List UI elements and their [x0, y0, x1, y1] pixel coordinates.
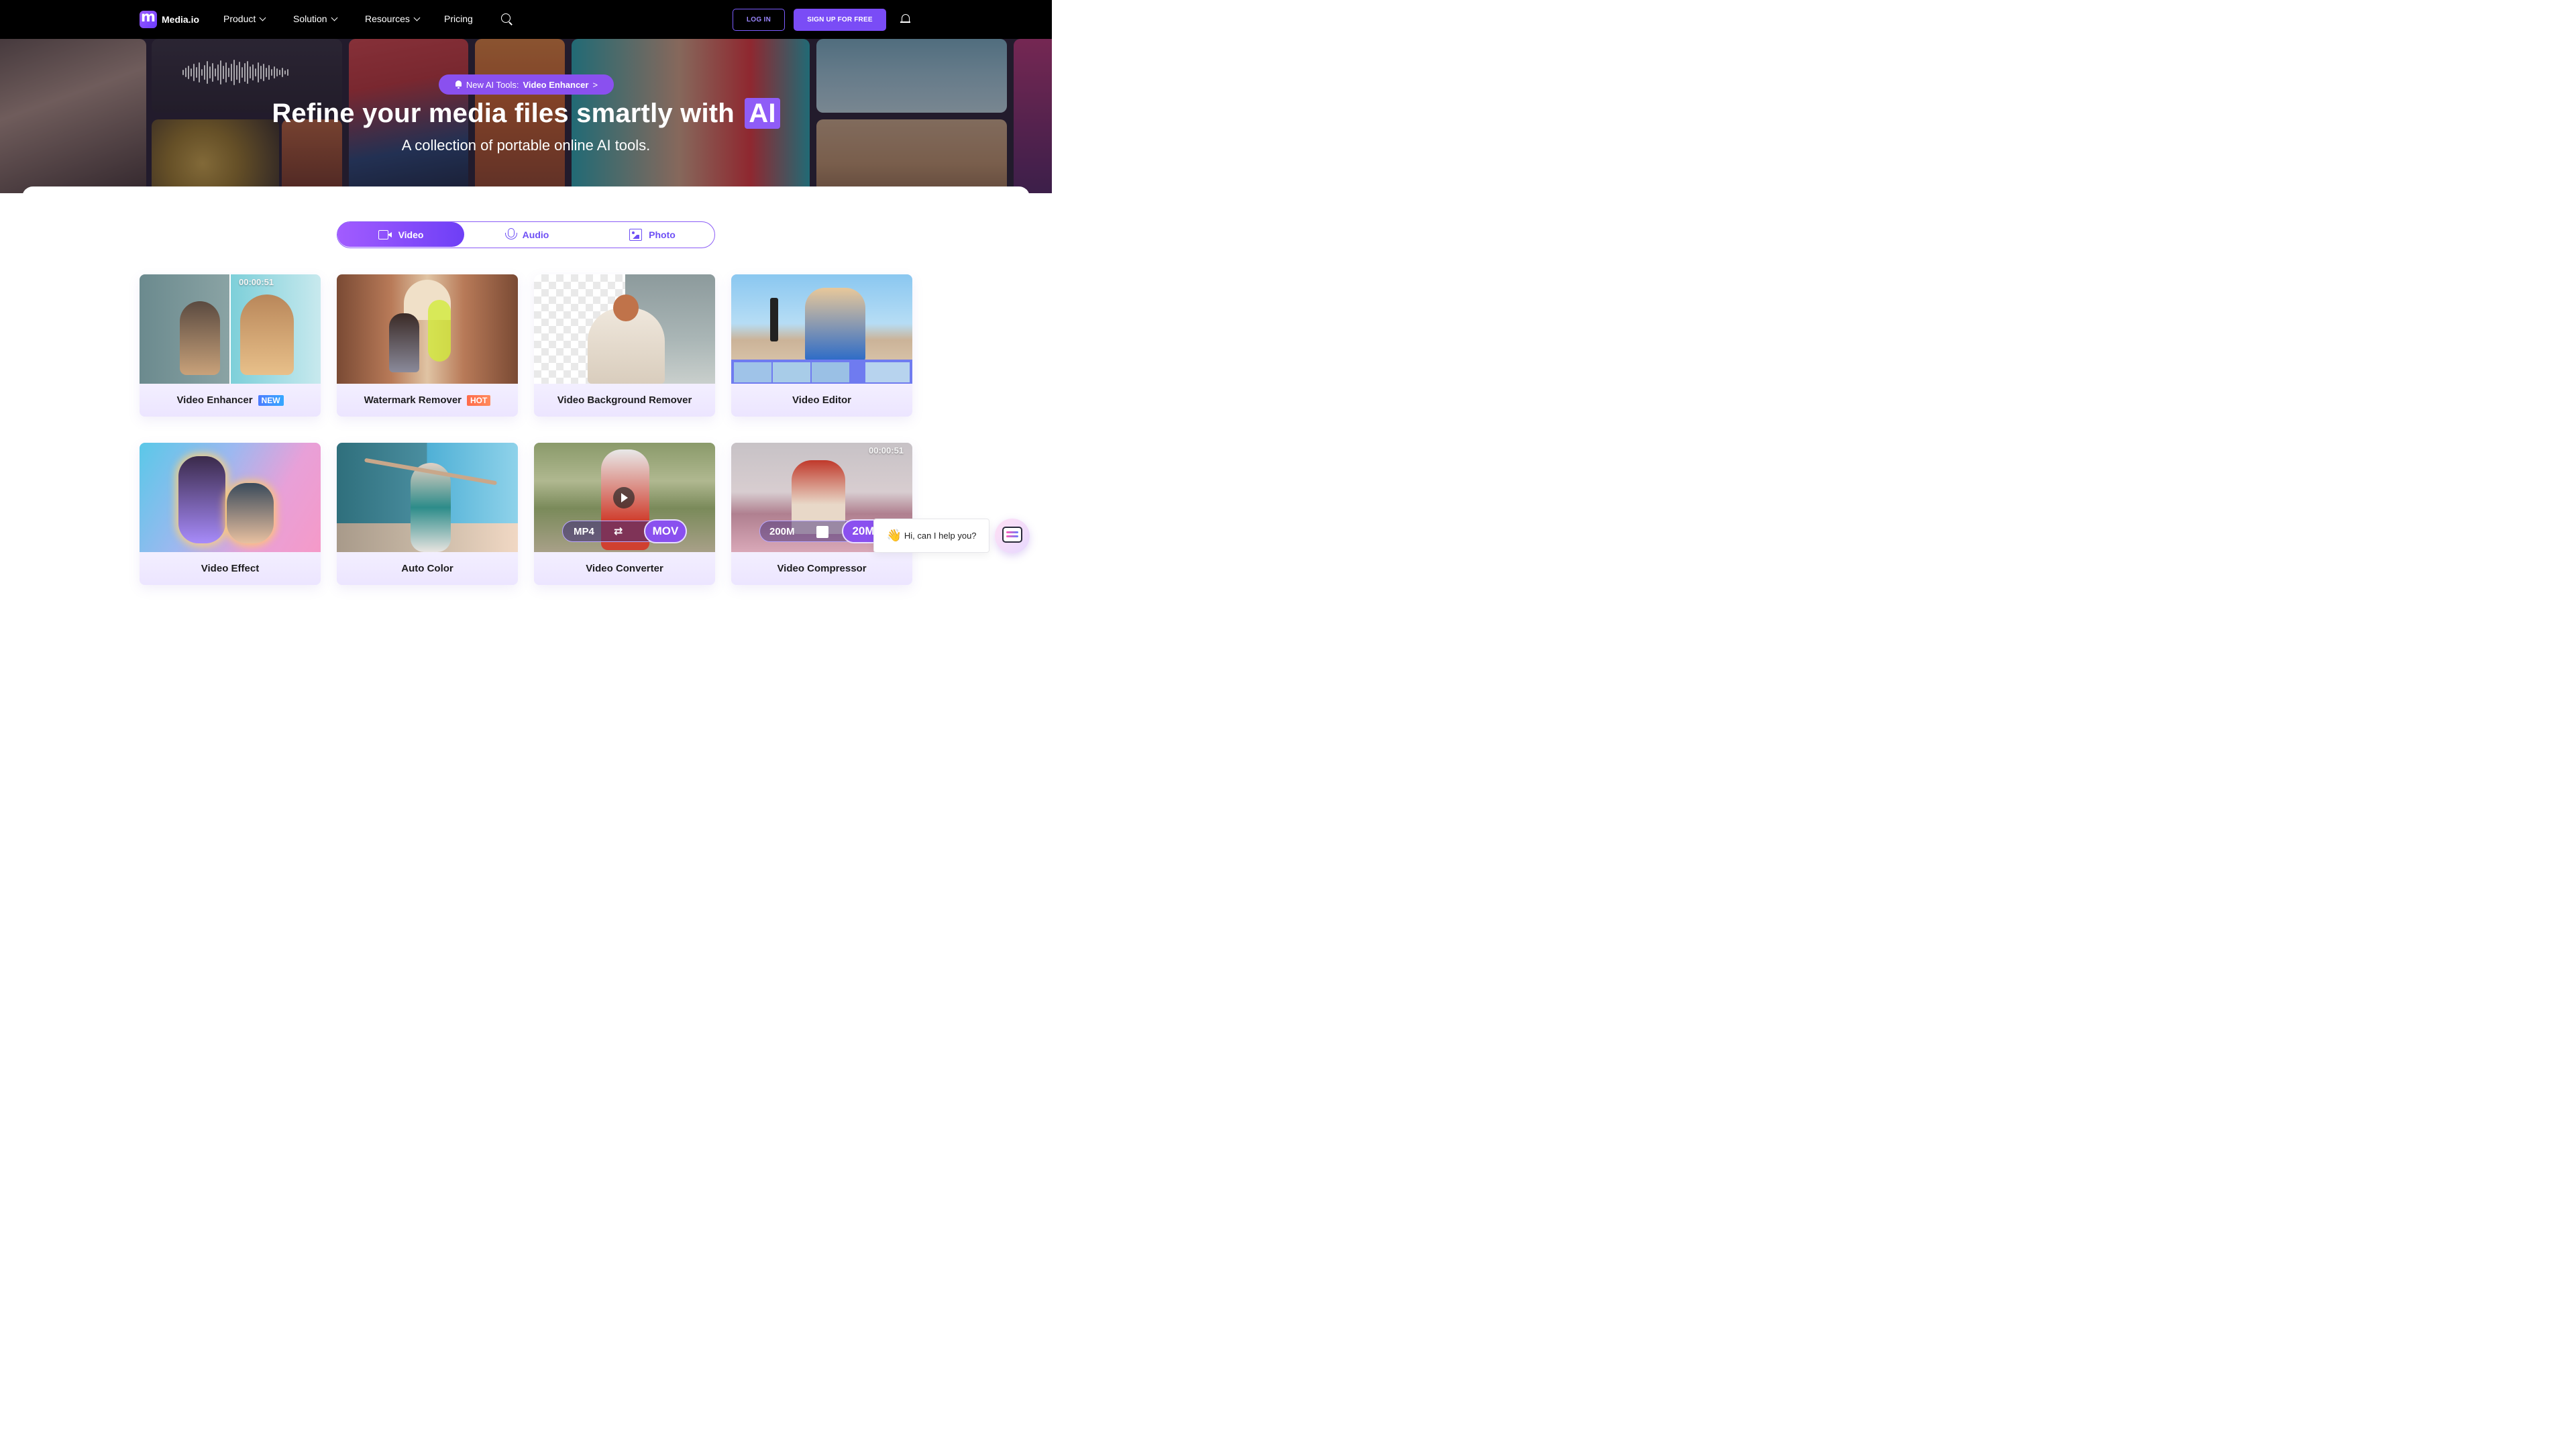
- hero-title: Refine your media files smartly with AI: [0, 98, 1052, 129]
- tool-card-video-editor[interactable]: Video Editor: [731, 274, 912, 417]
- chevron-down-icon: [259, 14, 266, 21]
- brand-logo[interactable]: Media.io: [140, 9, 200, 28]
- tool-card-video-converter[interactable]: MP4 ⇄ MOV Video Converter: [534, 443, 715, 585]
- swap-arrows-icon: ⇄: [614, 525, 623, 537]
- tool-card-video-background-remover[interactable]: Video Background Remover: [534, 274, 715, 417]
- hero-title-highlight: AI: [745, 98, 780, 129]
- tool-card-label: Video Enhancer NEW: [140, 384, 321, 417]
- tool-title: Video Editor: [792, 394, 852, 406]
- tool-title: Video Compressor: [777, 563, 867, 574]
- tab-label: Photo: [649, 229, 676, 240]
- nav-item-resources[interactable]: Resources: [365, 13, 421, 24]
- tab-photo[interactable]: Photo: [590, 222, 715, 247]
- tool-thumbnail: [337, 443, 518, 552]
- tool-thumbnail: [534, 274, 715, 384]
- chevron-down-icon: [331, 14, 338, 21]
- tool-title: Watermark Remover: [364, 394, 462, 406]
- media-io-logo-icon: [140, 9, 157, 28]
- login-button[interactable]: LOG IN: [733, 9, 785, 31]
- microphone-icon: [504, 227, 517, 241]
- nav-item-product[interactable]: Product: [223, 13, 266, 24]
- size-from: 200M: [769, 525, 795, 537]
- new-badge: NEW: [258, 394, 284, 406]
- chat-launcher-button[interactable]: [995, 519, 1030, 553]
- nav-item-label: Product: [223, 13, 256, 24]
- tool-thumbnail: MP4 ⇄ MOV: [534, 443, 715, 552]
- chat-icon: [1002, 527, 1022, 543]
- tab-video[interactable]: Video: [337, 222, 464, 247]
- audio-waveform-icon: [182, 59, 295, 86]
- chevron-down-icon: [413, 14, 421, 21]
- tool-title: Video Effect: [201, 563, 260, 574]
- nav-item-solution[interactable]: Solution: [293, 13, 338, 24]
- tool-card-label: Video Compressor: [731, 552, 912, 585]
- tool-card-label: Video Background Remover: [534, 384, 715, 417]
- tool-title: Video Converter: [586, 563, 663, 574]
- top-nav: Media.io Product Solution Resources Pric…: [0, 0, 1052, 39]
- tool-card-label: Video Effect: [140, 552, 321, 585]
- tool-title: Video Background Remover: [557, 394, 692, 406]
- media-type-tabs: Video Audio Photo: [337, 221, 715, 248]
- tab-label: Video: [398, 229, 424, 240]
- tool-thumbnail: [337, 274, 518, 384]
- chat-greeting-bubble[interactable]: 👋 Hi, can I help you?: [873, 519, 989, 553]
- format-from: MP4: [574, 525, 594, 537]
- search-icon[interactable]: [501, 13, 513, 25]
- tool-title: Auto Color: [401, 563, 453, 574]
- brand-name: Media.io: [162, 14, 200, 25]
- nav-item-label: Solution: [293, 13, 327, 24]
- new-ai-tools-banner[interactable]: New AI Tools: Video Enhancer >: [439, 74, 614, 95]
- tool-card-video-enhancer[interactable]: 00:00:51 Video Enhancer NEW: [140, 274, 321, 417]
- tool-card-label: Auto Color: [337, 552, 518, 585]
- nav-item-label: Pricing: [444, 13, 473, 24]
- hot-badge: HOT: [467, 394, 491, 406]
- tool-card-watermark-remover[interactable]: Watermark Remover HOT: [337, 274, 518, 417]
- banner-prefix: New AI Tools:: [466, 79, 519, 90]
- tab-audio[interactable]: Audio: [464, 222, 590, 247]
- tool-thumbnail: 00:00:51: [140, 274, 321, 384]
- video-timecode: 00:00:51: [869, 445, 904, 455]
- hero-title-text: Refine your media files smartly with: [272, 99, 735, 128]
- image-icon: [629, 228, 643, 241]
- nav-item-label: Resources: [365, 13, 410, 24]
- tool-card-auto-color[interactable]: Auto Color: [337, 443, 518, 585]
- hero-banner: New AI Tools: Video Enhancer > Refine yo…: [0, 39, 1052, 193]
- tool-card-label: Watermark Remover HOT: [337, 384, 518, 417]
- notification-bell-icon[interactable]: [900, 14, 910, 25]
- hero-subtitle: A collection of portable online AI tools…: [401, 137, 651, 154]
- video-icon: [378, 229, 392, 239]
- format-to: MOV: [644, 519, 687, 543]
- bell-icon: [455, 80, 462, 89]
- tool-thumbnail: [140, 443, 321, 552]
- waving-hand-icon: 👋: [886, 529, 902, 543]
- zip-file-icon: [816, 526, 828, 538]
- tool-card-video-compressor[interactable]: 00:00:51 200M 20M Video Compressor: [731, 443, 912, 585]
- play-icon[interactable]: [613, 487, 635, 508]
- video-timecode: 00:00:51: [239, 277, 274, 287]
- chat-greeting-text: Hi, can I help you?: [904, 531, 977, 541]
- banner-link: Video Enhancer: [523, 79, 589, 90]
- tool-thumbnail: [731, 274, 912, 384]
- tool-card-video-effect[interactable]: Video Effect: [140, 443, 321, 585]
- banner-arrow: >: [592, 79, 598, 90]
- tool-title: Video Enhancer: [176, 394, 253, 406]
- signup-button[interactable]: SIGN UP FOR FREE: [794, 9, 886, 31]
- nav-item-pricing[interactable]: Pricing: [444, 13, 473, 24]
- tool-card-label: Video Editor: [731, 384, 912, 417]
- tool-card-label: Video Converter: [534, 552, 715, 585]
- tab-label: Audio: [522, 229, 549, 240]
